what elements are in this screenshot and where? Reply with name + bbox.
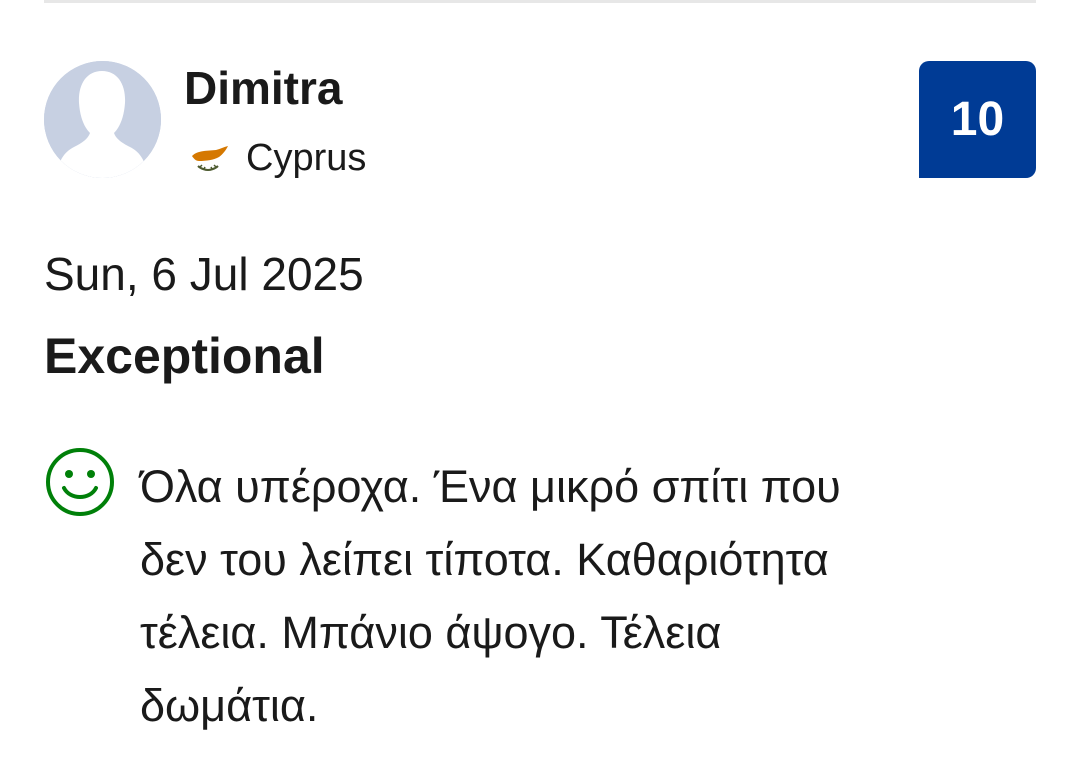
- review-text-line: δεν του λείπει τίποτα. Καθαριότητα: [140, 534, 829, 585]
- reviewer-country: Cyprus: [246, 137, 367, 179]
- reviewer-avatar: [44, 61, 161, 178]
- review-score: 10: [950, 93, 1005, 146]
- reviewer-country-row: Cyprus: [186, 135, 366, 181]
- cyprus-flag-icon: [186, 142, 230, 174]
- reviewer-name: Dimitra: [184, 62, 343, 114]
- positive-review-text: Όλα υπέροχα. Ένα μικρό σπίτι που δεν του…: [140, 450, 1030, 742]
- top-divider: [44, 0, 1036, 3]
- review-score-badge: 10: [919, 61, 1036, 178]
- review-date: Sun, 6 Jul 2025: [44, 248, 364, 300]
- review-text-line: τέλεια. Μπάνιο άψογο. Τέλεια: [140, 607, 722, 658]
- review-text-line: Όλα υπέροχα. Ένα μικρό σπίτι που: [140, 461, 841, 512]
- person-silhouette-icon: [44, 61, 161, 178]
- smiley-face-icon: [44, 446, 116, 518]
- review-text-line: δωμάτια.: [140, 680, 319, 731]
- review-title: Exceptional: [44, 328, 325, 384]
